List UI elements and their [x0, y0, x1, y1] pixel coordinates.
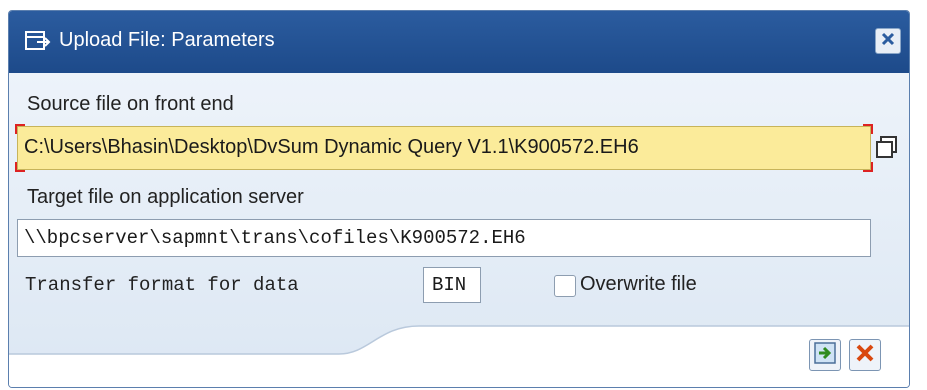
dialog-body: Source file on front end C:\Users\Bhasin…: [9, 73, 909, 387]
cancel-button[interactable]: [849, 339, 881, 371]
source-file-input[interactable]: C:\Users\Bhasin\Desktop\DvSum Dynamic Qu…: [15, 124, 873, 172]
target-file-input[interactable]: \\bpcserver\sapmnt\trans\cofiles\K900572…: [17, 219, 871, 257]
transfer-format-input[interactable]: BIN: [423, 267, 481, 303]
dialog-window-icon: [25, 30, 51, 52]
target-file-value: \\bpcserver\sapmnt\trans\cofiles\K900572…: [24, 227, 526, 249]
upload-file-dialog: Upload File: Parameters Source file on f…: [8, 10, 910, 388]
cancel-icon: [853, 341, 877, 370]
overwrite-file-checkbox[interactable]: [554, 275, 576, 297]
transfer-button[interactable]: [809, 339, 841, 371]
close-button[interactable]: [875, 28, 901, 54]
close-icon: [880, 31, 896, 52]
footer-divider: [9, 325, 909, 387]
source-file-value: C:\Users\Bhasin\Desktop\DvSum Dynamic Qu…: [24, 136, 639, 158]
transfer-check-icon: [813, 341, 837, 370]
title-bar[interactable]: Upload File: Parameters: [9, 11, 909, 73]
dialog-title: Upload File: Parameters: [59, 29, 275, 51]
transfer-format-label: Transfer format for data: [25, 274, 299, 296]
transfer-format-value: BIN: [432, 274, 467, 296]
value-help-icon[interactable]: [875, 135, 899, 159]
overwrite-file-label: Overwrite file: [580, 273, 697, 295]
source-file-label: Source file on front end: [27, 93, 234, 115]
target-file-label: Target file on application server: [27, 186, 304, 208]
